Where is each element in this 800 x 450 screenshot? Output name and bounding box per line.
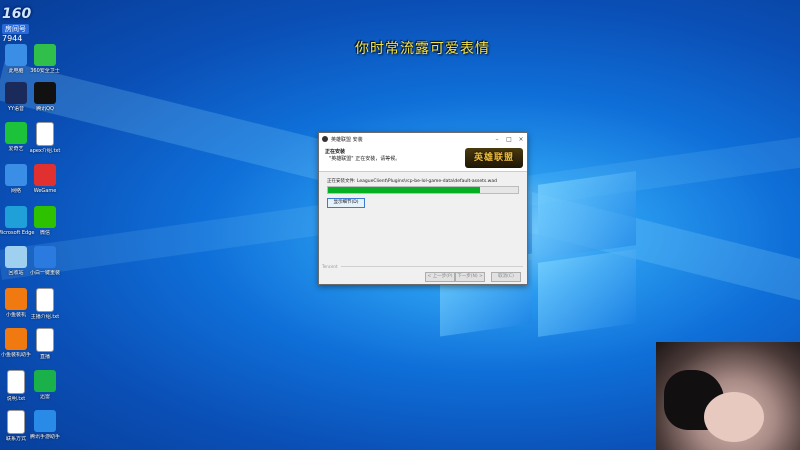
desktop: 你时常流露可爱表情 160 房间号 7944 此电脑 360安全卫士 YY语音 腾讯Q…: [0, 0, 800, 450]
webcam-face: [704, 392, 764, 442]
window-title: 英雄联盟 安装: [331, 136, 363, 143]
footer-divider: [341, 266, 523, 267]
desktop-icon-label: apex介绍.txt: [29, 148, 61, 154]
installer-header: 正在安装 "英雄联盟" 正在安装，请等候。 英雄联盟: [319, 145, 527, 172]
desktop-icon[interactable]: 360安全卫士: [23, 44, 67, 75]
webcam-overlay: [656, 342, 800, 450]
desktop-icon[interactable]: 腾讯手游助手: [23, 410, 67, 441]
file-icon: [36, 122, 54, 146]
installer-window[interactable]: 英雄联盟 安装 – □ × 正在安装 "英雄联盟" 正在安装，请等候。 英雄联盟…: [318, 132, 528, 285]
desktop-icon-label: 腾讯手游助手: [29, 434, 60, 440]
cancel-button[interactable]: 取消(C): [491, 272, 521, 282]
minimize-icon[interactable]: –: [491, 136, 503, 143]
desktop-icon-label: 360安全卫士: [30, 68, 60, 74]
installer-subheading: "英雄联盟" 正在安装，请等候。: [329, 156, 401, 162]
desktop-icon-label: WeGame: [33, 188, 57, 194]
wechat-icon: [34, 206, 56, 228]
file-icon: [36, 328, 54, 352]
installer-brand: Tencent: [322, 264, 338, 269]
next-button[interactable]: 下一步(N) >: [455, 272, 485, 282]
watermark-logo: 160: [2, 6, 32, 22]
game-assistant-icon: [34, 410, 56, 432]
watermark-room-number: 7944: [2, 34, 23, 43]
desktop-icon[interactable]: 直播: [23, 328, 67, 361]
maximize-icon[interactable]: □: [503, 136, 515, 143]
close-icon[interactable]: ×: [515, 136, 527, 143]
desktop-icon-label: 小白一键重装: [29, 270, 60, 276]
progress-bar: [327, 186, 519, 194]
installer-body: 正在安装文件: LeagueClient\Plugins\rcp-be-lol-…: [319, 172, 527, 214]
desktop-icon[interactable]: 微信: [23, 206, 67, 237]
desktop-icon[interactable]: 腾讯QQ: [23, 82, 67, 113]
watermark-room-tag: 房间号: [2, 24, 29, 34]
back-button[interactable]: < 上一步(P): [425, 272, 455, 282]
desktop-icon[interactable]: 迅雷: [23, 370, 67, 401]
installer-footer: Tencent < 上一步(P) 下一步(N) > 取消(C): [319, 264, 527, 284]
league-logo: 英雄联盟: [465, 148, 523, 168]
wegame-icon: [34, 164, 56, 186]
desktop-icon-label: 腾讯QQ: [36, 106, 54, 112]
installer-heading: 正在安装: [325, 149, 346, 155]
install-status: 正在安装文件: LeagueClient\Plugins\rcp-be-lol-…: [327, 179, 497, 184]
desktop-icon-label: 微信: [39, 230, 50, 236]
desktop-icon[interactable]: 主播介绍.txt: [23, 288, 67, 321]
qq-penguin-icon: [34, 82, 56, 104]
stream-caption: 你时常流露可爱表情: [355, 41, 490, 57]
desktop-icon-label: 直播: [39, 354, 50, 360]
desktop-icon[interactable]: 小白一键重装: [23, 246, 67, 277]
shield-icon: [34, 44, 56, 66]
progress-fill: [328, 187, 480, 193]
installer-titlebar[interactable]: 英雄联盟 安装 – □ ×: [319, 133, 527, 145]
desktop-icon[interactable]: apex介绍.txt: [23, 122, 67, 155]
reinstall-icon: [34, 246, 56, 268]
thunder-icon: [34, 370, 56, 392]
stream-watermark: 160 房间号 7944: [2, 6, 54, 43]
desktop-icon-label: 主播介绍.txt: [30, 314, 60, 320]
show-details-button[interactable]: 显示细节(D): [327, 198, 365, 208]
file-icon: [36, 288, 54, 312]
app-icon: [322, 136, 328, 142]
desktop-icon[interactable]: WeGame: [23, 164, 67, 195]
desktop-icon-label: 迅雷: [39, 394, 50, 400]
